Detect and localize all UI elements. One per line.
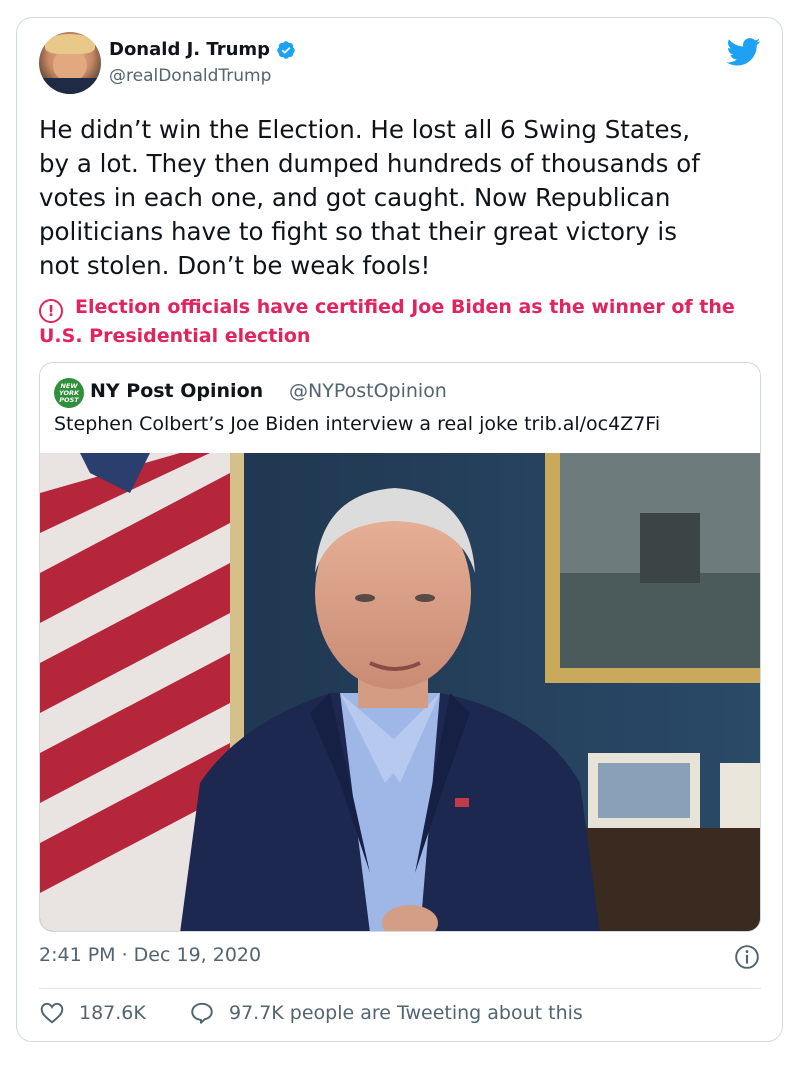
stats-divider <box>39 988 761 989</box>
author-handle[interactable]: @realDonaldTrump <box>109 66 271 86</box>
quoted-tweet-text: Stephen Colbert’s Joe Biden interview a … <box>54 413 661 435</box>
twitter-bird-icon[interactable] <box>727 38 761 66</box>
like-button[interactable]: 187.6K <box>39 1000 146 1026</box>
tweet-card: Donald J. Trump @realDonaldTrump He didn… <box>16 17 783 1042</box>
author-name-row: Donald J. Trump <box>109 39 296 60</box>
nypost-avatar[interactable]: NEW YORK POST <box>54 378 84 408</box>
author-avatar[interactable] <box>39 32 101 94</box>
quoted-tweet-photo[interactable] <box>40 453 761 932</box>
election-notice[interactable]: ! Election officials have certified Joe B… <box>39 294 769 350</box>
author-name[interactable]: Donald J. Trump <box>109 39 270 60</box>
tweeting-about-button[interactable]: 97.7K people are Tweeting about this <box>189 1000 583 1026</box>
quoted-tweet[interactable]: NEW YORK POST NY Post Opinion @NYPostOpi… <box>39 362 761 932</box>
tweet-timestamp[interactable]: 2:41 PM · Dec 19, 2020 <box>39 944 261 966</box>
notice-text: Election officials have certified Joe Bi… <box>39 296 735 347</box>
verified-badge-icon <box>277 40 295 59</box>
tweeting-count: 97.7K people are Tweeting about this <box>229 1002 583 1024</box>
exclamation-circle-icon: ! <box>39 299 63 323</box>
quoted-author-handle[interactable]: @NYPostOpinion <box>289 380 447 402</box>
speech-bubble-icon <box>191 1002 213 1024</box>
info-icon[interactable] <box>734 944 760 970</box>
heart-icon <box>40 1002 64 1024</box>
tweet-body: He didn’t win the Election. He lost all … <box>39 115 700 280</box>
quoted-author-name[interactable]: NY Post Opinion <box>90 380 263 402</box>
like-count: 187.6K <box>79 1002 146 1024</box>
